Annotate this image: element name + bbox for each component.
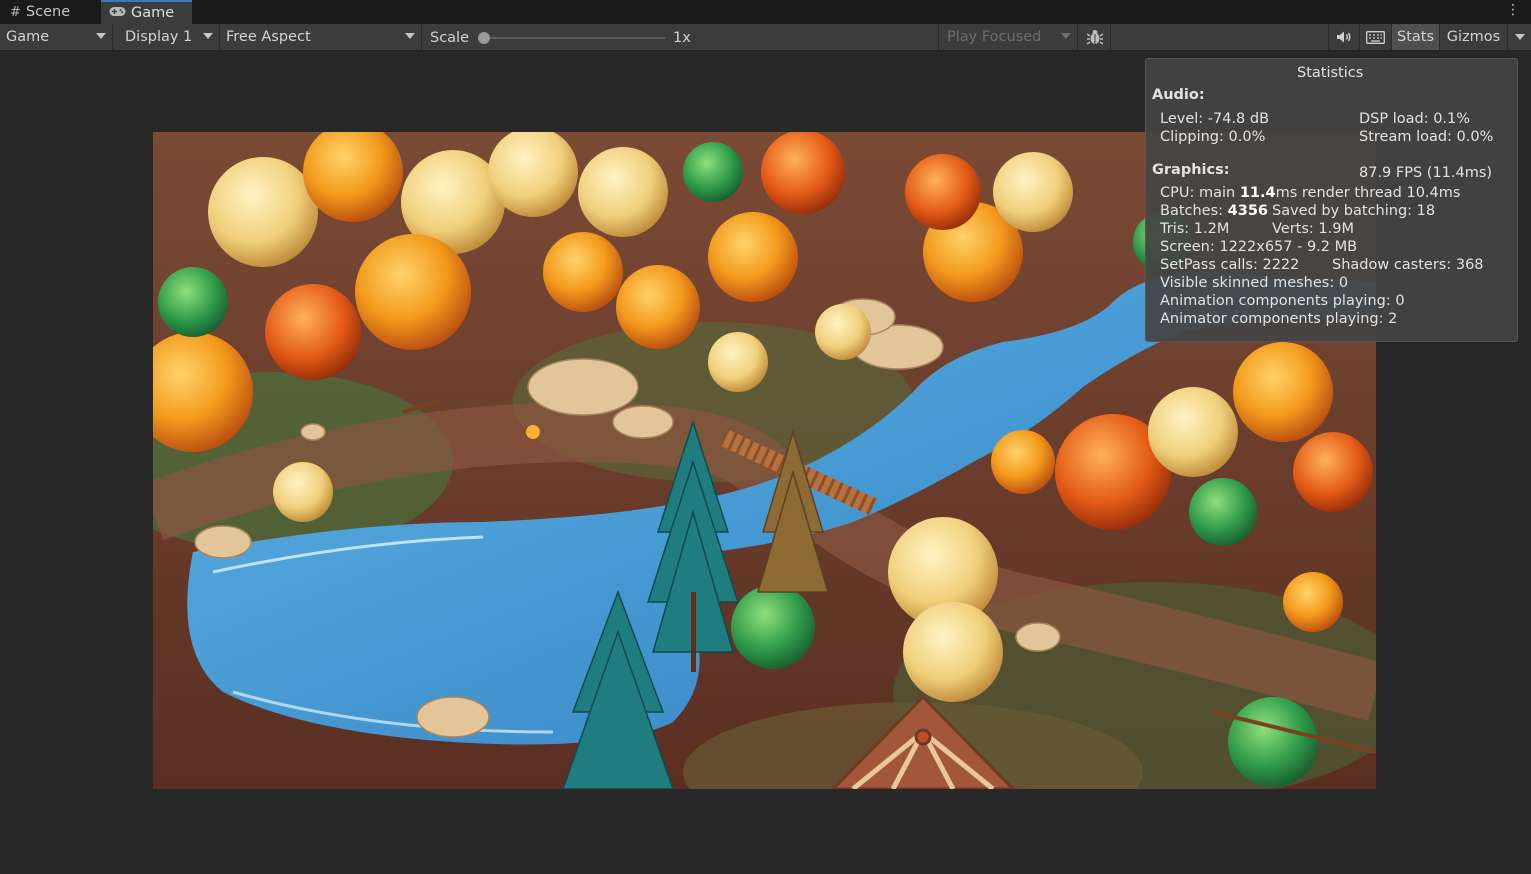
play-mode-dropdown-label: Play Focused (947, 29, 1042, 45)
cpu-prefix: CPU: main (1160, 185, 1240, 201)
saved-by-batching: Saved by batching: 18 (1272, 203, 1436, 219)
play-mode-dropdown[interactable]: Play Focused (938, 24, 1078, 50)
scale-slider-track[interactable] (484, 37, 665, 39)
animator-components: Animator components playing: 2 (1160, 311, 1398, 327)
keyboard-icon[interactable] (1359, 24, 1391, 50)
chevron-down-icon (203, 33, 213, 39)
aspect-dropdown-label: Free Aspect (226, 29, 311, 45)
stream-load: Stream load: 0.0% (1359, 129, 1494, 145)
grid-icon: # (10, 4, 21, 20)
verts-count: Verts: 1.9M (1272, 221, 1354, 237)
scale-label: Scale (430, 30, 470, 46)
fps-readout: 87.9 FPS (11.4ms) (1359, 165, 1493, 181)
setpass-calls: SetPass calls: 2222 (1160, 257, 1300, 273)
skinned-meshes: Visible skinned meshes: 0 (1160, 275, 1349, 291)
statistics-title: Statistics (1297, 65, 1364, 81)
graphics-heading: Graphics: (1152, 162, 1230, 178)
display-dropdown[interactable]: Display 1 (113, 24, 220, 50)
cpu-stats: CPU: main 11.4ms render thread 10.4ms (1160, 185, 1460, 201)
bug-icon[interactable] (1080, 24, 1111, 50)
audio-heading: Audio: (1152, 87, 1205, 103)
display-dropdown-label: Display 1 (125, 29, 193, 45)
cpu-main-value: 11.4 (1239, 185, 1276, 201)
game-toolbar: Game Display 1 Free Aspect Scale 1x Play… (0, 24, 1531, 51)
gizmos-dropdown[interactable] (1507, 24, 1531, 50)
batches-prefix: Batches: (1160, 203, 1228, 219)
tab-game-label: Game (131, 5, 175, 21)
dsp-load: DSP load: 0.1% (1359, 111, 1471, 127)
statistics-panel: Statistics Audio: Level: -74.8 dB DSP lo… (1145, 58, 1518, 342)
view-dropdown[interactable]: Game (0, 24, 113, 50)
gizmos-button[interactable]: Gizmos (1439, 24, 1507, 50)
gamepad-icon (109, 6, 126, 21)
audio-level: Level: -74.8 dB (1160, 111, 1270, 127)
tab-scene[interactable]: # Scene (0, 0, 100, 24)
tris-count: Tris: 1.2M (1160, 221, 1230, 237)
screen-stats: Screen: 1222x657 - 9.2 MB (1160, 239, 1358, 255)
tab-game[interactable]: Game (101, 0, 192, 24)
scale-value: 1x (673, 30, 691, 46)
tab-bar (0, 0, 1531, 24)
chevron-down-icon (405, 33, 415, 39)
audio-clipping: Clipping: 0.0% (1160, 129, 1266, 145)
aspect-dropdown[interactable]: Free Aspect (220, 24, 422, 50)
more-icon[interactable]: ⋮ (1506, 2, 1520, 18)
audio-icon[interactable] (1328, 24, 1358, 50)
chevron-down-icon (1061, 33, 1071, 39)
cpu-suffix: ms render thread 10.4ms (1275, 185, 1461, 201)
stats-button[interactable]: Stats (1391, 24, 1439, 50)
scale-slider-thumb[interactable] (478, 32, 490, 44)
chevron-down-icon (1514, 34, 1525, 40)
stats-button-label: Stats (1396, 29, 1434, 45)
view-dropdown-label: Game (6, 29, 50, 45)
chevron-down-icon (96, 33, 106, 39)
shadow-casters: Shadow casters: 368 (1332, 257, 1484, 273)
batches-stats: Batches: 4356 (1160, 203, 1268, 219)
animation-components: Animation components playing: 0 (1160, 293, 1405, 309)
gizmos-button-label: Gizmos (1446, 29, 1501, 45)
tab-scene-label: Scene (25, 4, 71, 20)
batches-value: 4356 (1227, 203, 1269, 219)
